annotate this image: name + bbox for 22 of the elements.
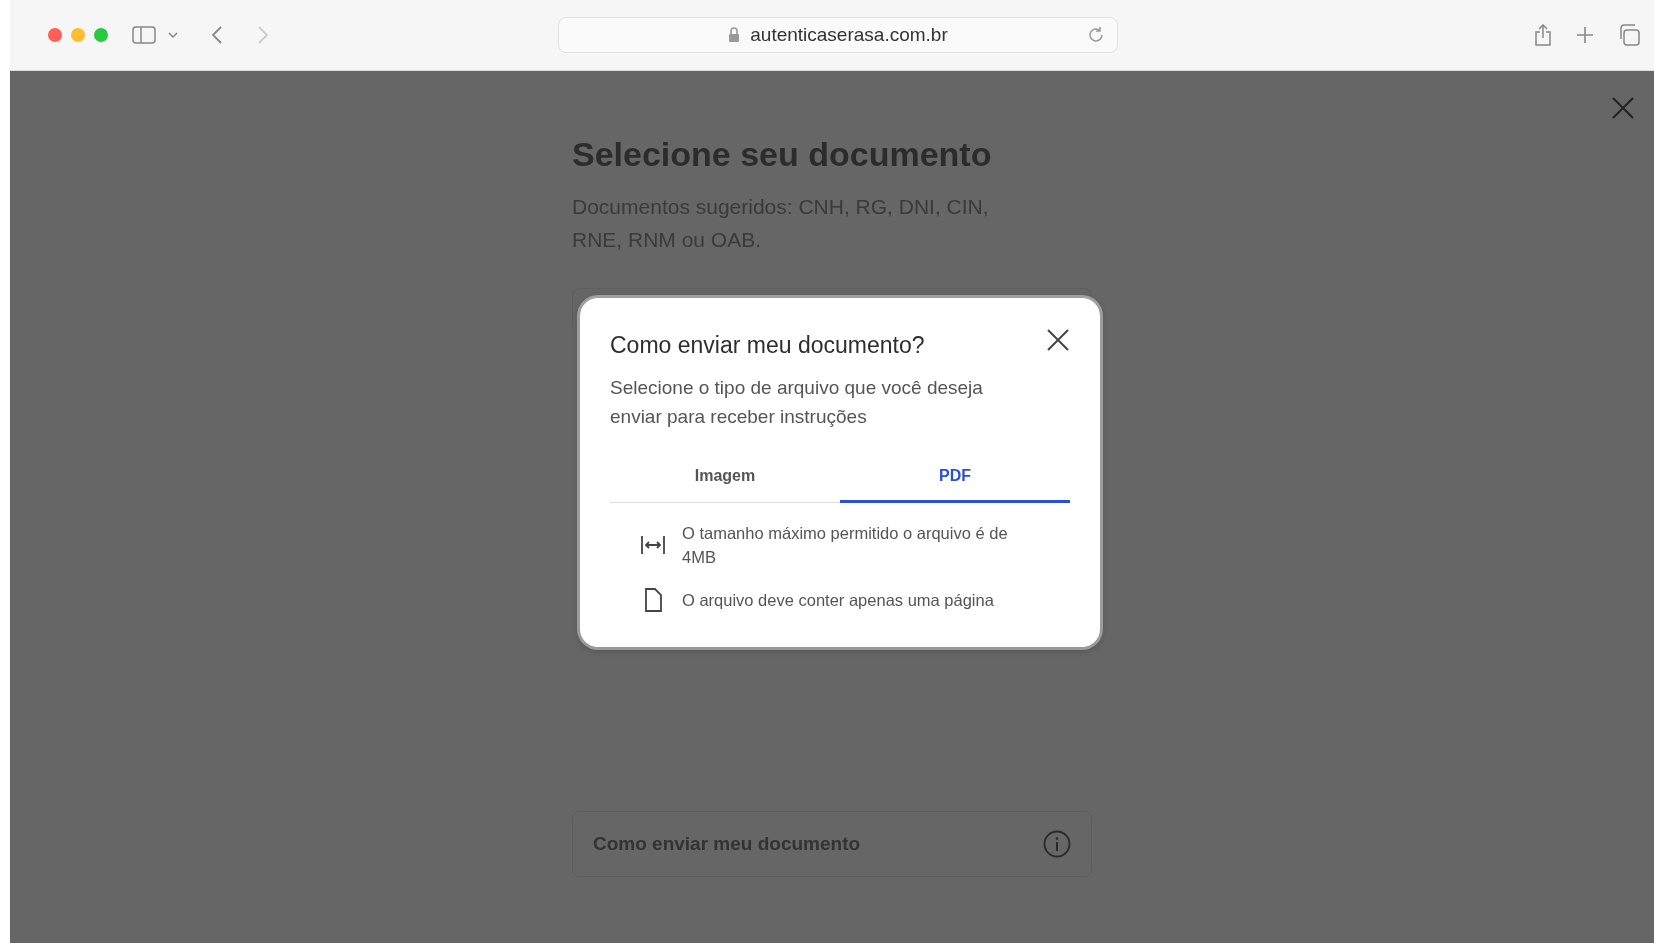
tab[interactable]: PDF bbox=[840, 453, 1070, 503]
instruction-text: O tamanho máximo permitido o arquivo é de 4MB bbox=[682, 523, 1009, 568]
plus-icon[interactable] bbox=[1576, 26, 1594, 44]
sidebar-icon[interactable] bbox=[132, 26, 156, 44]
tab[interactable]: Imagem bbox=[610, 453, 840, 503]
url-text: autenticaserasa.com.br bbox=[750, 24, 948, 46]
maximize-window-button[interactable] bbox=[94, 28, 108, 42]
back-icon[interactable] bbox=[212, 26, 222, 44]
tabs-icon[interactable] bbox=[1618, 24, 1640, 46]
share-icon[interactable] bbox=[1534, 24, 1552, 46]
modal-subtitle: Selecione o tipo de arquivo que você deseja enviar para receber instruções bbox=[610, 376, 984, 429]
instruction-text: O arquivo deve conter apenas uma página bbox=[682, 590, 995, 611]
address-bar[interactable]: autenticaserasa.com.br bbox=[558, 17, 1118, 53]
close-window-button[interactable] bbox=[48, 28, 62, 42]
info-icon bbox=[1043, 830, 1071, 858]
lock-icon bbox=[728, 27, 741, 43]
page-title: Selecione seu documento bbox=[572, 135, 993, 174]
reload-icon[interactable] bbox=[1087, 26, 1105, 44]
minimize-window-button[interactable] bbox=[71, 28, 85, 42]
chevron-down-icon[interactable] bbox=[168, 32, 178, 38]
width-arrows-icon bbox=[640, 534, 666, 556]
modal-title: Como enviar meu documento? bbox=[610, 332, 925, 359]
